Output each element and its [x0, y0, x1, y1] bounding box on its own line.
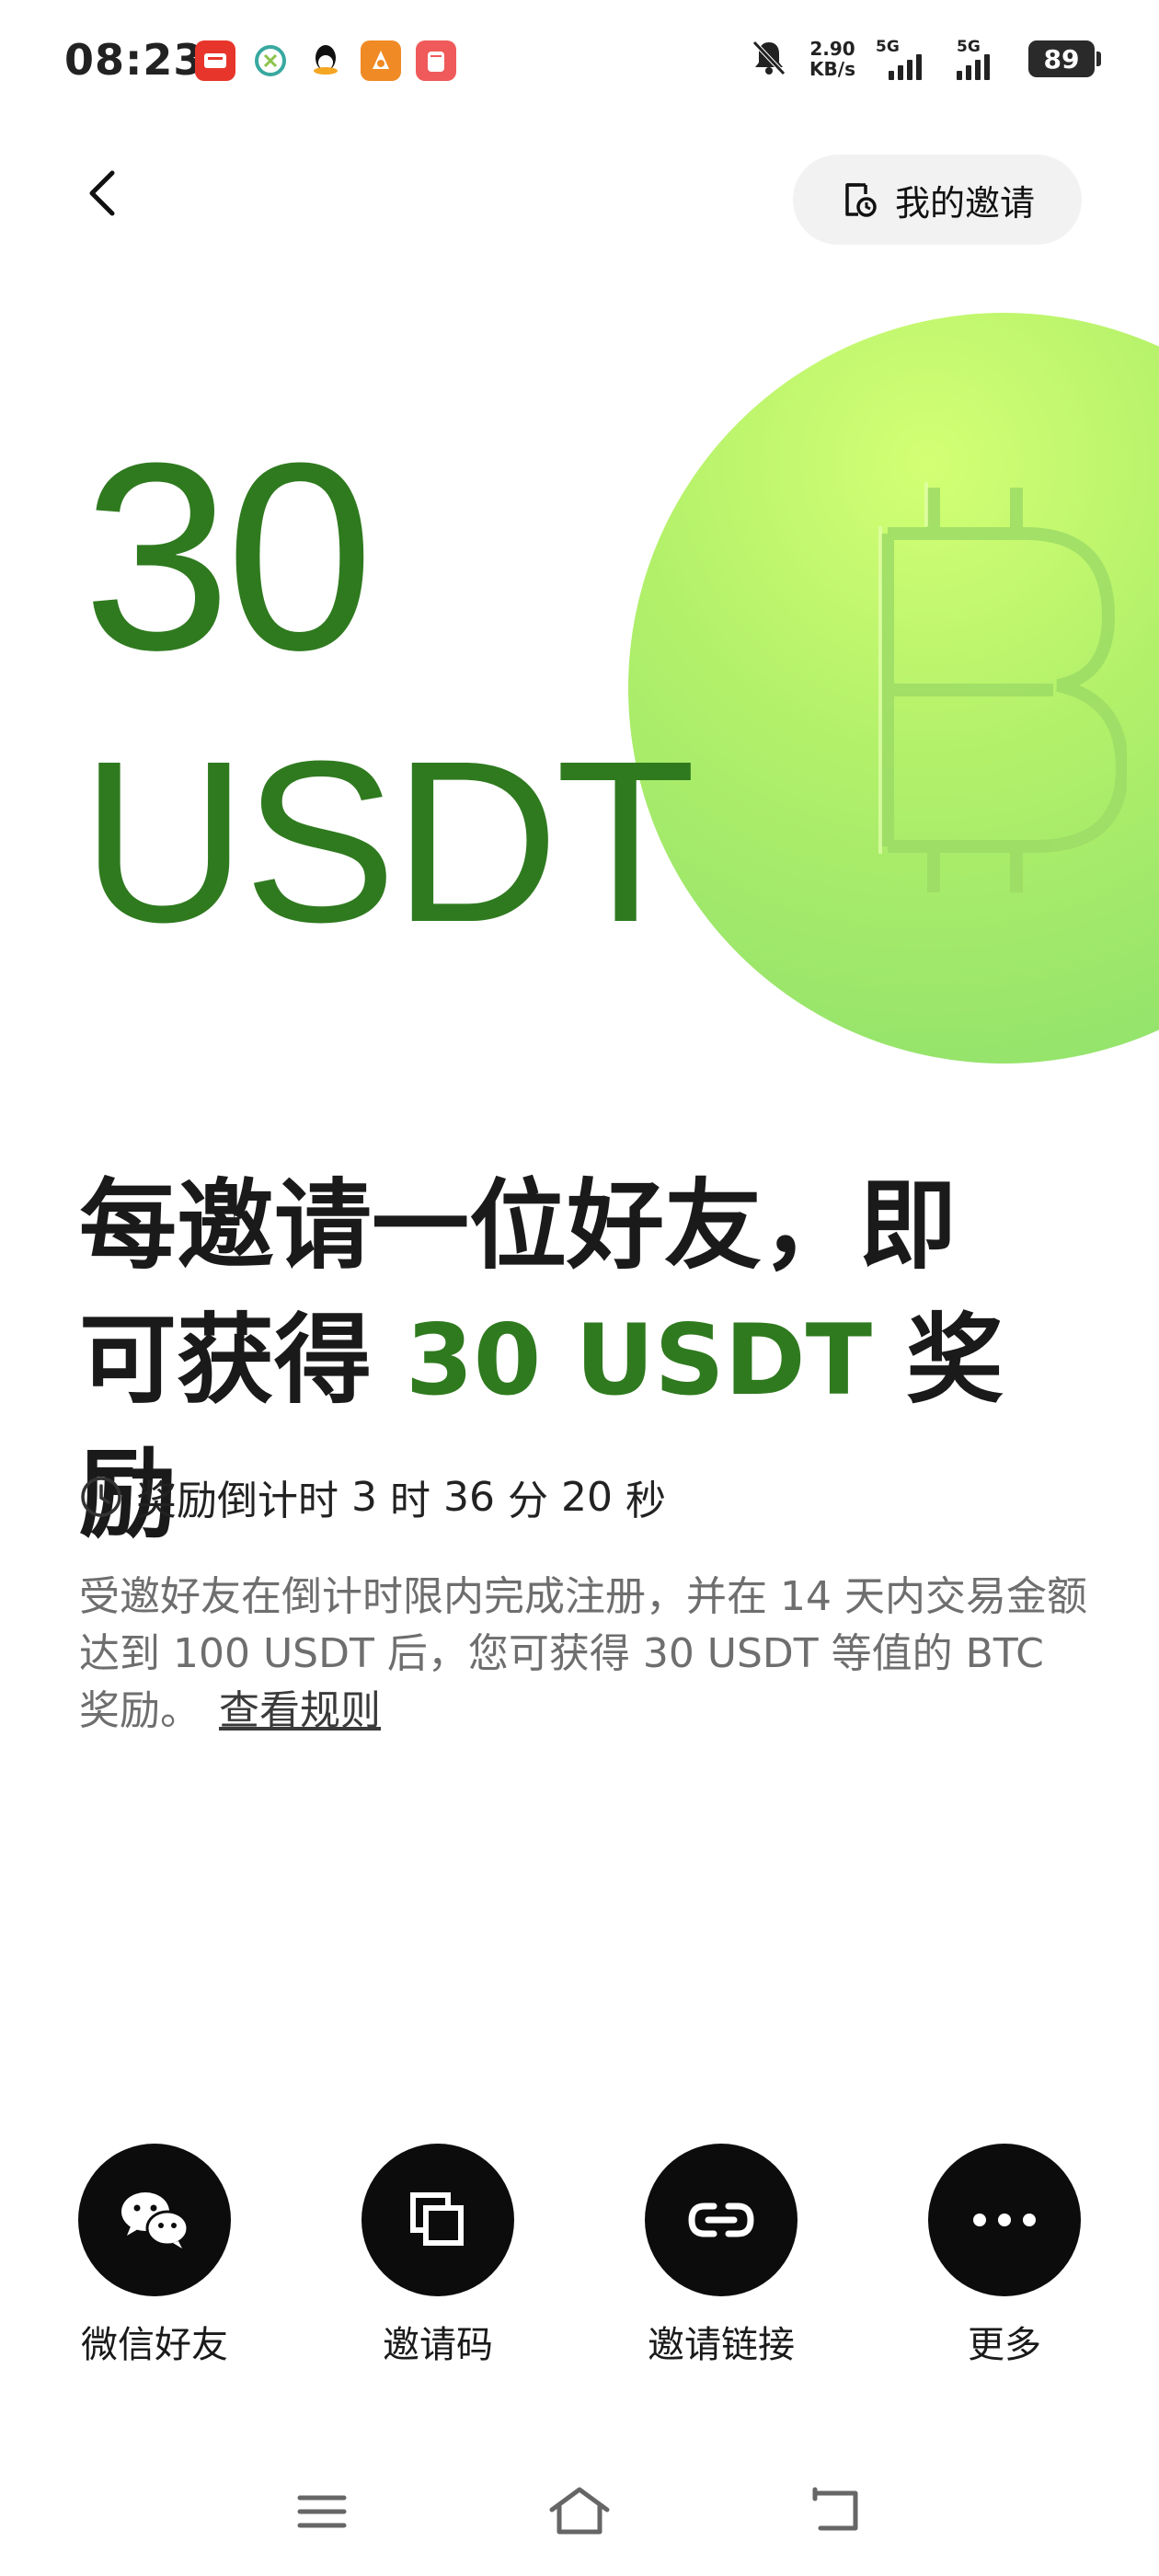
share-label: 邀请链接 — [648, 2324, 795, 2366]
share-label: 更多 — [968, 2324, 1041, 2366]
reward-amount: 30 — [83, 408, 374, 706]
share-label: 微信好友 — [81, 2324, 228, 2366]
bitcoin-symbol-icon — [878, 482, 1127, 892]
status-bar: 08:23 2.90 KB/s 5G 5G 89 — [0, 0, 1159, 120]
share-invite-link-button[interactable]: 邀请链接 — [615, 2144, 827, 2368]
signal-5g-icon: 5G — [876, 38, 936, 80]
system-navigation-bar — [0, 2466, 1159, 2558]
countdown-minutes: 36 — [443, 1473, 495, 1521]
link-icon — [688, 2202, 754, 2237]
net-speed-value: 2.90 — [809, 38, 855, 60]
copy-icon — [410, 2192, 464, 2246]
reward-description: 受邀好友在倒计时限内完成注册，并在 14 天内交易金额达到 100 USDT 后… — [79, 1569, 1091, 1740]
net-speed-unit: KB/s — [809, 58, 855, 80]
countdown-hours-unit: 时 — [390, 1478, 430, 1524]
app-notification-icon — [361, 40, 401, 81]
countdown-minutes-unit: 分 — [508, 1478, 548, 1524]
recent-apps-button[interactable] — [276, 2466, 368, 2558]
countdown-label: 奖励倒计时 — [136, 1478, 339, 1524]
share-circle — [361, 2144, 514, 2296]
share-circle — [645, 2144, 798, 2296]
view-rules-link[interactable]: 查看规则 — [219, 1687, 381, 1734]
countdown-seconds-unit: 秒 — [625, 1478, 666, 1524]
qq-icon — [305, 40, 346, 81]
back-button[interactable] — [72, 156, 131, 230]
my-invite-label: 我的邀请 — [894, 182, 1035, 224]
share-circle — [78, 2144, 231, 2296]
share-wechat-button[interactable]: 微信好友 — [49, 2144, 260, 2368]
signal-5g-icon: 5G — [957, 38, 1008, 80]
share-circle — [928, 2144, 1081, 2296]
wechat-icon — [121, 2192, 189, 2248]
more-icon — [973, 2214, 1036, 2226]
reward-countdown: 奖励倒计时 3 时 36 分 20 秒 — [79, 1467, 666, 1526]
network-speed: 2.90 KB/s — [809, 39, 855, 79]
app-notification-icon — [195, 40, 235, 81]
headline-prefix: 可获得 — [79, 1304, 372, 1417]
countdown-seconds: 20 — [561, 1473, 613, 1521]
home-button[interactable] — [534, 2466, 625, 2558]
app-notification-icon — [416, 40, 456, 81]
status-indicators: 2.90 KB/s 5G 5G 89 — [749, 37, 1101, 81]
clock-icon — [81, 1477, 121, 1517]
invite-page: 08:23 2.90 KB/s 5G 5G 89 我的邀请 30 USDT 每邀… — [0, 0, 1159, 2576]
chevron-left-icon — [89, 170, 115, 216]
headline-reward-highlight: 30 USDT — [405, 1304, 873, 1417]
battery-level: 89 — [1043, 43, 1080, 75]
menu-icon — [297, 2495, 347, 2528]
notification-icons — [195, 40, 456, 81]
app-notification-icon — [250, 40, 291, 81]
reward-unit: USDT — [81, 713, 696, 970]
mute-icon — [749, 37, 789, 81]
share-more-button[interactable]: 更多 — [899, 2144, 1110, 2368]
home-icon — [549, 2487, 610, 2535]
share-label: 邀请码 — [383, 2324, 493, 2366]
signal-tag: 5G — [957, 38, 981, 56]
battery-icon: 89 — [1028, 40, 1101, 77]
signal-tag: 5G — [876, 38, 900, 56]
status-time: 08:23 — [64, 35, 204, 85]
return-icon — [812, 2487, 858, 2531]
my-invite-button[interactable]: 我的邀请 — [793, 155, 1082, 245]
countdown-hours: 3 — [351, 1473, 377, 1521]
share-invite-code-button[interactable]: 邀请码 — [332, 2144, 544, 2368]
invite-history-icon — [845, 183, 877, 217]
headline-line-1: 每邀请一位好友，即 — [79, 1169, 957, 1282]
back-nav-button[interactable] — [791, 2466, 883, 2558]
